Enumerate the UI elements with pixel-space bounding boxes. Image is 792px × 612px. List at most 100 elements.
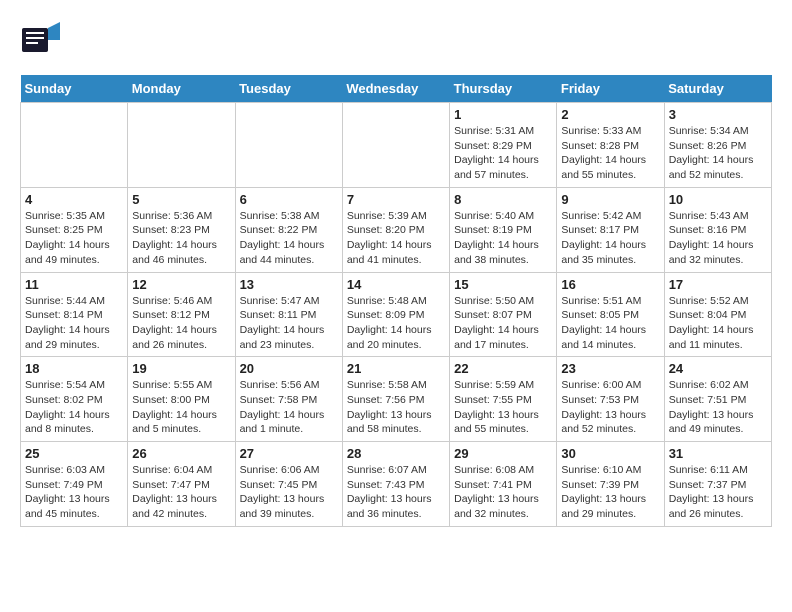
day-detail: Sunrise: 5:40 AM Sunset: 8:19 PM Dayligh… <box>454 209 552 268</box>
calendar-day-cell: 26 Sunrise: 6:04 AM Sunset: 7:47 PM Dayli… <box>128 442 235 527</box>
day-detail: Sunrise: 6:11 AM Sunset: 7:37 PM Dayligh… <box>669 463 767 522</box>
calendar-day-cell: 14 Sunrise: 5:48 AM Sunset: 8:09 PM Dayli… <box>342 272 449 357</box>
day-number: 17 <box>669 277 767 292</box>
day-number: 14 <box>347 277 445 292</box>
calendar-day-cell: 29 Sunrise: 6:08 AM Sunset: 7:41 PM Dayli… <box>450 442 557 527</box>
day-detail: Sunrise: 5:31 AM Sunset: 8:29 PM Dayligh… <box>454 124 552 183</box>
calendar-week-row: 25 Sunrise: 6:03 AM Sunset: 7:49 PM Dayli… <box>21 442 772 527</box>
calendar-day-cell <box>235 103 342 188</box>
day-number: 22 <box>454 361 552 376</box>
weekday-header: Thursday <box>450 75 557 103</box>
day-number: 24 <box>669 361 767 376</box>
day-number: 6 <box>240 192 338 207</box>
day-detail: Sunrise: 5:39 AM Sunset: 8:20 PM Dayligh… <box>347 209 445 268</box>
calendar-day-cell: 21Sunrise: 5:58 AM Sunset: 7:56 PM Dayli… <box>342 357 449 442</box>
day-detail: Sunrise: 6:10 AM Sunset: 7:39 PM Dayligh… <box>561 463 659 522</box>
day-detail: Sunrise: 5:52 AM Sunset: 8:04 PM Dayligh… <box>669 294 767 353</box>
weekday-header: Tuesday <box>235 75 342 103</box>
calendar-day-cell: 11 Sunrise: 5:44 AM Sunset: 8:14 PM Dayli… <box>21 272 128 357</box>
calendar-day-cell: 16Sunrise: 5:51 AM Sunset: 8:05 PM Dayli… <box>557 272 664 357</box>
day-number: 10 <box>669 192 767 207</box>
calendar-day-cell: 3Sunrise: 5:34 AM Sunset: 8:26 PM Daylig… <box>664 103 771 188</box>
logo-icon <box>20 20 60 65</box>
calendar-day-cell: 2 Sunrise: 5:33 AM Sunset: 8:28 PM Daylig… <box>557 103 664 188</box>
day-number: 15 <box>454 277 552 292</box>
calendar-header-row: SundayMondayTuesdayWednesdayThursdayFrid… <box>21 75 772 103</box>
calendar-day-cell: 1 Sunrise: 5:31 AM Sunset: 8:29 PM Daylig… <box>450 103 557 188</box>
day-detail: Sunrise: 5:42 AM Sunset: 8:17 PM Dayligh… <box>561 209 659 268</box>
day-number: 21 <box>347 361 445 376</box>
calendar-day-cell: 28 Sunrise: 6:07 AM Sunset: 7:43 PM Dayli… <box>342 442 449 527</box>
calendar-day-cell: 30 Sunrise: 6:10 AM Sunset: 7:39 PM Dayli… <box>557 442 664 527</box>
calendar-day-cell: 15 Sunrise: 5:50 AM Sunset: 8:07 PM Dayli… <box>450 272 557 357</box>
day-number: 23 <box>561 361 659 376</box>
calendar-day-cell: 24 Sunrise: 6:02 AM Sunset: 7:51 PM Dayli… <box>664 357 771 442</box>
day-detail: Sunrise: 6:02 AM Sunset: 7:51 PM Dayligh… <box>669 378 767 437</box>
day-detail: Sunrise: 5:48 AM Sunset: 8:09 PM Dayligh… <box>347 294 445 353</box>
day-number: 5 <box>132 192 230 207</box>
day-number: 4 <box>25 192 123 207</box>
calendar-day-cell: 25 Sunrise: 6:03 AM Sunset: 7:49 PM Dayli… <box>21 442 128 527</box>
day-number: 31 <box>669 446 767 461</box>
day-detail: Sunrise: 5:38 AM Sunset: 8:22 PM Dayligh… <box>240 209 338 268</box>
calendar-week-row: 11 Sunrise: 5:44 AM Sunset: 8:14 PM Dayli… <box>21 272 772 357</box>
day-detail: Sunrise: 5:46 AM Sunset: 8:12 PM Dayligh… <box>132 294 230 353</box>
day-number: 11 <box>25 277 123 292</box>
weekday-header: Sunday <box>21 75 128 103</box>
day-number: 26 <box>132 446 230 461</box>
day-detail: Sunrise: 5:56 AM Sunset: 7:58 PM Dayligh… <box>240 378 338 437</box>
day-detail: Sunrise: 5:43 AM Sunset: 8:16 PM Dayligh… <box>669 209 767 268</box>
day-number: 29 <box>454 446 552 461</box>
day-number: 30 <box>561 446 659 461</box>
day-detail: Sunrise: 5:50 AM Sunset: 8:07 PM Dayligh… <box>454 294 552 353</box>
day-number: 2 <box>561 107 659 122</box>
day-detail: Sunrise: 5:33 AM Sunset: 8:28 PM Dayligh… <box>561 124 659 183</box>
day-detail: Sunrise: 6:04 AM Sunset: 7:47 PM Dayligh… <box>132 463 230 522</box>
weekday-header: Friday <box>557 75 664 103</box>
calendar-day-cell: 19 Sunrise: 5:55 AM Sunset: 8:00 PM Dayli… <box>128 357 235 442</box>
page-header <box>20 20 772 65</box>
day-number: 28 <box>347 446 445 461</box>
calendar-day-cell <box>21 103 128 188</box>
calendar-week-row: 18Sunrise: 5:54 AM Sunset: 8:02 PM Dayli… <box>21 357 772 442</box>
day-number: 19 <box>132 361 230 376</box>
calendar-day-cell: 17 Sunrise: 5:52 AM Sunset: 8:04 PM Dayli… <box>664 272 771 357</box>
day-number: 1 <box>454 107 552 122</box>
day-number: 20 <box>240 361 338 376</box>
calendar-day-cell: 4 Sunrise: 5:35 AM Sunset: 8:25 PM Daylig… <box>21 187 128 272</box>
day-detail: Sunrise: 6:00 AM Sunset: 7:53 PM Dayligh… <box>561 378 659 437</box>
day-detail: Sunrise: 6:07 AM Sunset: 7:43 PM Dayligh… <box>347 463 445 522</box>
calendar-week-row: 4 Sunrise: 5:35 AM Sunset: 8:25 PM Daylig… <box>21 187 772 272</box>
calendar-day-cell <box>128 103 235 188</box>
calendar-week-row: 1 Sunrise: 5:31 AM Sunset: 8:29 PM Daylig… <box>21 103 772 188</box>
calendar-day-cell: 12 Sunrise: 5:46 AM Sunset: 8:12 PM Dayli… <box>128 272 235 357</box>
day-number: 12 <box>132 277 230 292</box>
day-number: 7 <box>347 192 445 207</box>
day-detail: Sunrise: 5:47 AM Sunset: 8:11 PM Dayligh… <box>240 294 338 353</box>
day-detail: Sunrise: 5:59 AM Sunset: 7:55 PM Dayligh… <box>454 378 552 437</box>
calendar-day-cell: 27Sunrise: 6:06 AM Sunset: 7:45 PM Dayli… <box>235 442 342 527</box>
day-detail: Sunrise: 6:03 AM Sunset: 7:49 PM Dayligh… <box>25 463 123 522</box>
weekday-header: Wednesday <box>342 75 449 103</box>
day-detail: Sunrise: 5:34 AM Sunset: 8:26 PM Dayligh… <box>669 124 767 183</box>
day-number: 16 <box>561 277 659 292</box>
logo <box>20 20 64 65</box>
day-detail: Sunrise: 5:35 AM Sunset: 8:25 PM Dayligh… <box>25 209 123 268</box>
day-number: 8 <box>454 192 552 207</box>
calendar-day-cell: 9 Sunrise: 5:42 AM Sunset: 8:17 PM Daylig… <box>557 187 664 272</box>
calendar-day-cell: 13 Sunrise: 5:47 AM Sunset: 8:11 PM Dayli… <box>235 272 342 357</box>
calendar-day-cell: 18Sunrise: 5:54 AM Sunset: 8:02 PM Dayli… <box>21 357 128 442</box>
day-detail: Sunrise: 5:54 AM Sunset: 8:02 PM Dayligh… <box>25 378 123 437</box>
calendar-day-cell: 6 Sunrise: 5:38 AM Sunset: 8:22 PM Daylig… <box>235 187 342 272</box>
day-detail: Sunrise: 5:44 AM Sunset: 8:14 PM Dayligh… <box>25 294 123 353</box>
calendar-day-cell: 22 Sunrise: 5:59 AM Sunset: 7:55 PM Dayli… <box>450 357 557 442</box>
weekday-header: Saturday <box>664 75 771 103</box>
day-detail: Sunrise: 6:08 AM Sunset: 7:41 PM Dayligh… <box>454 463 552 522</box>
day-number: 9 <box>561 192 659 207</box>
calendar-day-cell: 23 Sunrise: 6:00 AM Sunset: 7:53 PM Dayli… <box>557 357 664 442</box>
day-detail: Sunrise: 5:55 AM Sunset: 8:00 PM Dayligh… <box>132 378 230 437</box>
day-number: 25 <box>25 446 123 461</box>
calendar-day-cell <box>342 103 449 188</box>
day-number: 13 <box>240 277 338 292</box>
calendar-day-cell: 31 Sunrise: 6:11 AM Sunset: 7:37 PM Dayli… <box>664 442 771 527</box>
